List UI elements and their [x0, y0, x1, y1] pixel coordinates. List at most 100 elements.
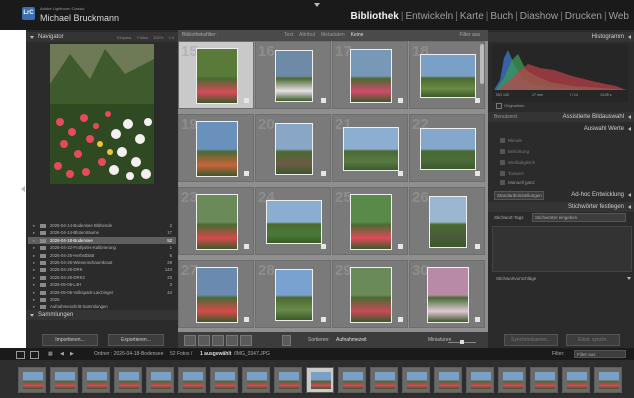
grid-cell[interactable]: 30 [409, 260, 485, 328]
module-drucken[interactable]: Drucken [565, 11, 602, 22]
folder-row[interactable]: ▸ 2026-04-29-DRK2 23 [28, 274, 176, 281]
zoom-option[interactable]: 100% [153, 35, 163, 40]
folder-row[interactable]: ▸ 2026-05-06-Volkspark-Laichinger 44 [28, 289, 176, 296]
option-item[interactable]: Blende [500, 138, 522, 143]
folder-row[interactable]: ▸ 2026-05-06-L4H 3 [28, 281, 176, 288]
photo-thumbnail[interactable] [276, 124, 312, 174]
folder-expand-icon[interactable]: ▸ [33, 274, 35, 281]
photo-thumbnail[interactable] [276, 51, 312, 101]
grid-cell[interactable]: 24 [255, 187, 331, 255]
photo-thumbnail[interactable] [351, 50, 391, 102]
filmstrip-thumbnail[interactable] [370, 367, 398, 393]
module-karte[interactable]: Karte [460, 11, 484, 22]
grid-cell[interactable]: 22 [409, 114, 485, 182]
option-item[interactable]: Belichtung [500, 149, 529, 154]
manual-option[interactable]: Manuell ganz [500, 180, 535, 185]
grid-cell[interactable]: 25 [332, 187, 408, 255]
filmstrip-thumbnail[interactable] [242, 367, 270, 393]
filmstrip-thumbnail[interactable] [178, 367, 206, 393]
filmstrip-thumbnail[interactable] [498, 367, 526, 393]
grid-shortcut-icon[interactable]: ▦ [48, 351, 53, 357]
module-entwickeln[interactable]: Entwickeln [405, 11, 453, 22]
grid-view-button[interactable] [184, 335, 196, 346]
grid-cell[interactable]: 29 [332, 260, 408, 328]
folder-row[interactable]: ▸ 2026-04-14-Blütenträume 17 [28, 229, 176, 236]
adhoc-header[interactable]: Ad-hoc Entwicklung [488, 190, 634, 200]
sync-button[interactable]: Synchronisieren... [504, 334, 558, 346]
grid-cell[interactable]: 28 [255, 260, 331, 328]
folder-row[interactable]: ▸ 2026 [28, 296, 176, 303]
photo-thumbnail[interactable] [267, 201, 321, 243]
folder-expand-icon[interactable]: ▸ [33, 281, 35, 288]
module-diashow[interactable]: Diashow [520, 11, 558, 22]
filter-option-attribut[interactable]: Attribut [299, 32, 315, 38]
photo-thumbnail[interactable] [351, 195, 391, 249]
photo-thumbnail[interactable] [276, 270, 312, 320]
original-photo-checkbox[interactable]: Originalfoto [496, 103, 524, 109]
folder-expand-icon[interactable]: ▸ [33, 296, 35, 303]
photo-thumbnail[interactable] [421, 55, 475, 97]
filter-status[interactable]: Filter aus [459, 32, 480, 38]
folder-expand-icon[interactable]: ▸ [33, 266, 35, 273]
quick-develop-preset[interactable]: Benutzerd. [494, 114, 518, 120]
grid-cell[interactable]: 27 [178, 260, 254, 328]
filmstrip-thumbnail[interactable] [338, 367, 366, 393]
filmstrip-filter-select[interactable]: Filter aus [574, 350, 626, 358]
folder-expand-icon[interactable]: ▸ [33, 222, 35, 229]
page-2-button[interactable] [30, 351, 39, 359]
filmstrip-thumbnail[interactable] [466, 367, 494, 393]
folder-expand-icon[interactable]: ▸ [33, 237, 35, 244]
grid-cell[interactable]: 15 [178, 41, 254, 109]
folder-row[interactable]: ▸ 2026-04-29-DRK 144 [28, 266, 176, 273]
filmstrip-thumbnail[interactable] [274, 367, 302, 393]
folder-row[interactable]: ▸ 2026-04-26-Wiesenschaumkraut 28 [28, 259, 176, 266]
grid-cell[interactable]: 17 [332, 41, 408, 109]
collapse-top-panel-icon[interactable] [314, 3, 320, 7]
zoom-option[interactable]: Einpass. [117, 35, 132, 40]
folder-path[interactable]: Ordner : 2026-04-18-Bodensee [94, 351, 164, 357]
filmstrip-thumbnail[interactable] [594, 367, 622, 393]
histogram-header[interactable]: Histogramm [488, 32, 634, 42]
filter-option-text[interactable]: Text [284, 32, 293, 38]
import-button[interactable]: Importieren... [42, 334, 98, 346]
photo-thumbnail[interactable] [344, 128, 398, 170]
sort-value[interactable]: Aufnahmezeit [336, 337, 367, 343]
collections-header[interactable]: Sammlungen [26, 310, 178, 320]
filmstrip-thumbnail[interactable] [530, 367, 558, 393]
filmstrip-thumbnail[interactable] [146, 367, 174, 393]
folder-row[interactable]: ▸ 2026-04-22-Frühjahrs-Kalibrierung 1 [28, 244, 176, 251]
people-view-button[interactable] [240, 335, 252, 346]
folder-expand-icon[interactable]: ▸ [33, 229, 35, 236]
filmstrip-thumbnail[interactable] [306, 367, 334, 393]
back-icon[interactable]: ◀ [60, 351, 64, 357]
filmstrip-thumbnail[interactable] [50, 367, 78, 393]
grid-cell[interactable]: 18 [409, 41, 485, 109]
sync-settings-button[interactable]: Einst. synchr. [566, 334, 620, 346]
histogram[interactable]: ISO 100 17 mm f / 14 1/125 s [492, 44, 628, 102]
navigator-preview[interactable] [50, 44, 154, 184]
photo-thumbnail[interactable] [421, 129, 475, 169]
grid-cell[interactable]: 21 [332, 114, 408, 182]
loupe-view-button[interactable] [198, 335, 210, 346]
keyword-input[interactable]: Stichwörter eingeben [532, 213, 626, 222]
filter-option-keine[interactable]: Keine [351, 32, 364, 38]
grid-cell[interactable]: 23 [178, 187, 254, 255]
photo-thumbnail[interactable] [197, 122, 237, 176]
forward-icon[interactable]: ▶ [70, 351, 74, 357]
grid-cell[interactable]: 16 [255, 41, 331, 109]
grid-cell[interactable]: 26 [409, 187, 485, 255]
folder-expand-icon[interactable]: ▸ [33, 252, 35, 259]
thumbnail-size-handle[interactable] [460, 340, 464, 344]
filmstrip-thumbnail[interactable] [562, 367, 590, 393]
filmstrip-thumbnail[interactable] [434, 367, 462, 393]
keyword-text-area[interactable] [492, 226, 632, 272]
navigator-header[interactable]: Navigator Einpass. Füllen 100% 1:4 [26, 32, 178, 42]
folder-row[interactable]: ▸ 2026-04-25-Herbstblatt 6 [28, 252, 176, 259]
auto-values-row[interactable]: Auswahl Werte [488, 124, 634, 134]
grid-scrollbar[interactable] [480, 44, 484, 84]
option-item[interactable]: Tonwert [500, 171, 524, 176]
photo-thumbnail[interactable] [197, 268, 237, 322]
photo-thumbnail[interactable] [430, 197, 466, 247]
option-item[interactable]: Weißabgleich [500, 160, 535, 165]
filmstrip-thumbnail[interactable] [18, 367, 46, 393]
